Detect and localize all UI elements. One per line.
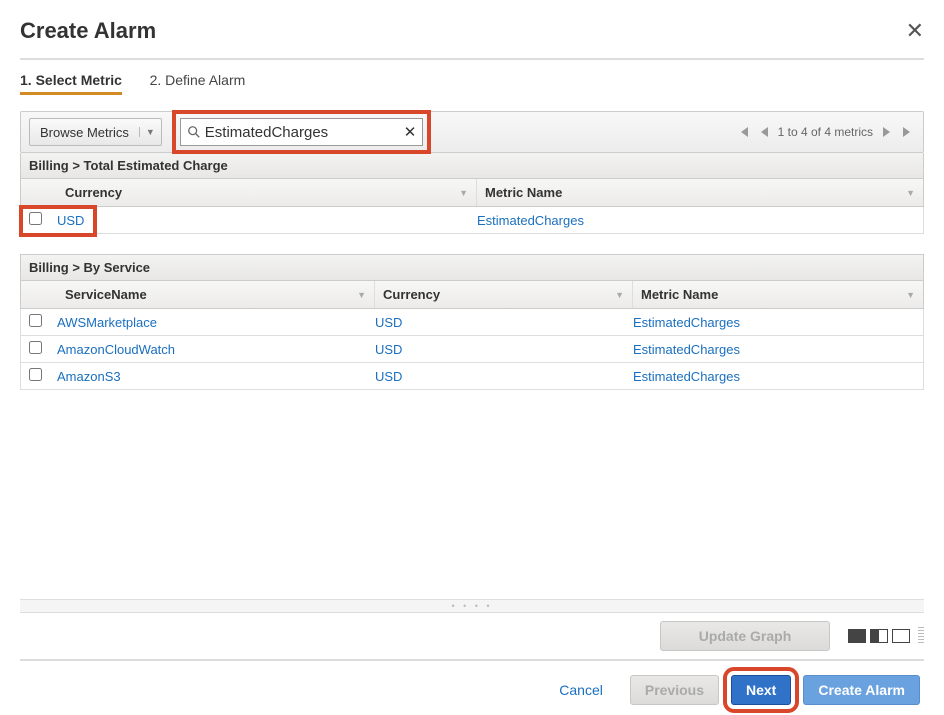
view-split-icon[interactable]	[870, 629, 888, 643]
next-button[interactable]: Next	[731, 675, 791, 705]
th-metric2-label: Metric Name	[641, 287, 718, 302]
section2-head: ServiceName ▼ Currency ▼ Metric Name ▼	[20, 281, 924, 309]
page-last-icon[interactable]	[901, 125, 915, 139]
clear-search-icon[interactable]: ✕	[404, 123, 417, 141]
service-link[interactable]: AWSMarketplace	[57, 315, 157, 330]
pager: 1 to 4 of 4 metrics	[736, 125, 915, 139]
pager-text: 1 to 4 of 4 metrics	[778, 125, 873, 139]
th-currency-label: Currency	[65, 185, 122, 200]
browse-metrics-label: Browse Metrics	[30, 125, 139, 140]
th-metric-label: Metric Name	[485, 185, 562, 200]
metric-link[interactable]: EstimatedCharges	[633, 342, 740, 357]
currency-link[interactable]: USD	[375, 369, 402, 384]
highlight-search: ✕	[172, 110, 432, 154]
view-full-icon[interactable]	[848, 629, 866, 643]
section1-title: Billing > Total Estimated Charge	[20, 153, 924, 179]
resize-handle[interactable]: • • • •	[20, 599, 924, 613]
row-checkbox[interactable]	[29, 368, 42, 381]
th-metric-name[interactable]: Metric Name ▼	[477, 179, 923, 206]
section1-head: Currency ▼ Metric Name ▼	[20, 179, 924, 207]
page-first-icon[interactable]	[736, 125, 750, 139]
cancel-button[interactable]: Cancel	[544, 675, 618, 705]
th-currency2-label: Currency	[383, 287, 440, 302]
table-row[interactable]: AWSMarketplace USD EstimatedCharges	[20, 309, 924, 336]
metric-link[interactable]: EstimatedCharges	[633, 369, 740, 384]
table-row[interactable]: AmazonCloudWatch USD EstimatedCharges	[20, 336, 924, 363]
service-link[interactable]: AmazonS3	[57, 369, 121, 384]
page-prev-icon[interactable]	[758, 125, 770, 139]
th-service-label: ServiceName	[65, 287, 147, 302]
dialog-title: Create Alarm	[20, 18, 156, 44]
table-row[interactable]: AmazonS3 USD EstimatedCharges	[20, 363, 924, 390]
metric-link[interactable]: EstimatedCharges	[633, 315, 740, 330]
step-define-alarm[interactable]: 2. Define Alarm	[150, 72, 246, 92]
browse-metrics-button[interactable]: Browse Metrics ▼	[29, 118, 162, 146]
previous-button: Previous	[630, 675, 719, 705]
close-icon[interactable]: ✕	[906, 20, 924, 42]
step-select-metric[interactable]: 1. Select Metric	[20, 72, 122, 95]
sort-icon: ▼	[459, 188, 468, 198]
page-next-icon[interactable]	[881, 125, 893, 139]
view-mode-icons	[848, 627, 924, 645]
row-checkbox[interactable]	[29, 212, 42, 225]
view-empty-icon[interactable]	[892, 629, 910, 643]
row-checkbox[interactable]	[29, 314, 42, 327]
search-input[interactable]	[205, 124, 404, 141]
wizard-steps: 1. Select Metric 2. Define Alarm	[20, 72, 924, 95]
chevron-down-icon[interactable]: ▼	[139, 127, 161, 137]
sort-icon: ▼	[615, 290, 624, 300]
service-link[interactable]: AmazonCloudWatch	[57, 342, 175, 357]
table-row[interactable]: USD EstimatedCharges	[20, 207, 924, 234]
metric-link[interactable]: EstimatedCharges	[477, 213, 584, 228]
row-checkbox[interactable]	[29, 341, 42, 354]
update-graph-button: Update Graph	[660, 621, 830, 651]
th-metric-name-2[interactable]: Metric Name ▼	[633, 281, 923, 308]
currency-link[interactable]: USD	[57, 213, 84, 228]
grip-icon[interactable]	[918, 627, 924, 645]
search-icon	[187, 125, 201, 139]
create-alarm-button[interactable]: Create Alarm	[803, 675, 920, 705]
section2-title: Billing > By Service	[20, 254, 924, 281]
th-currency[interactable]: Currency ▼	[57, 179, 477, 206]
th-currency-2[interactable]: Currency ▼	[375, 281, 633, 308]
currency-link[interactable]: USD	[375, 315, 402, 330]
currency-link[interactable]: USD	[375, 342, 402, 357]
th-service-name[interactable]: ServiceName ▼	[57, 281, 375, 308]
search-input-wrap: ✕	[180, 118, 424, 146]
sort-icon: ▼	[906, 188, 915, 198]
sort-icon: ▼	[357, 290, 366, 300]
metrics-toolbar: Browse Metrics ▼ ✕ 1 to 4 of 4 metrics	[20, 111, 924, 153]
sort-icon: ▼	[906, 290, 915, 300]
